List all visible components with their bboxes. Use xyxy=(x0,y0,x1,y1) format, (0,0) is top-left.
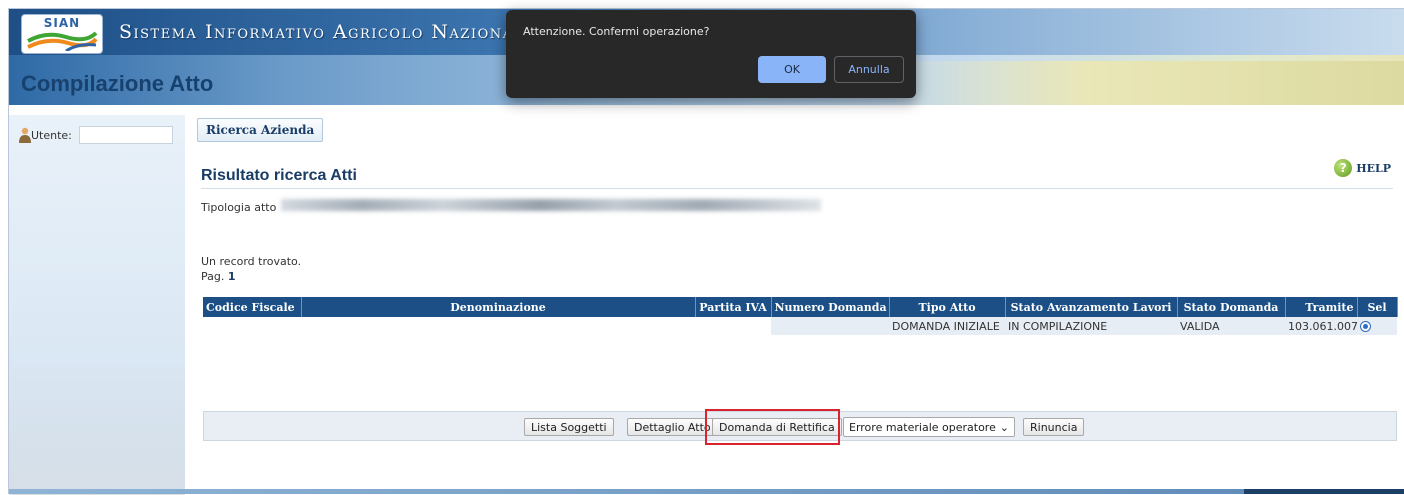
cell-tramite: 103.061.007 xyxy=(1285,317,1358,335)
cell-sel xyxy=(1357,317,1397,335)
cell-stato-domanda: VALIDA xyxy=(1177,317,1285,335)
errore-select-value: Errore materiale operatore xyxy=(849,420,996,434)
cell-numero-domanda xyxy=(771,317,889,335)
pagination: Pag. 1 xyxy=(201,270,236,283)
cell-denominazione xyxy=(301,317,695,335)
cell-stato-avanzamento: IN COMPILAZIONE xyxy=(1005,317,1177,335)
errore-select[interactable]: Errore materiale operatore ⌄ xyxy=(843,417,1015,437)
user-field xyxy=(79,126,173,144)
help-label: HELP xyxy=(1356,161,1391,175)
lista-soggetti-button[interactable]: Lista Soggetti xyxy=(524,418,614,436)
ok-button[interactable]: OK xyxy=(758,56,826,83)
cell-codice-fiscale xyxy=(203,317,301,335)
rettifica-highlight-box xyxy=(705,409,840,445)
help-icon: ? xyxy=(1334,159,1353,177)
sidebar-wheat-decoration xyxy=(9,365,185,495)
col-stato-domanda: Stato Domanda xyxy=(1177,297,1286,317)
record-count: Un record trovato. xyxy=(201,255,302,268)
sian-logo-text: SIAN xyxy=(43,16,81,30)
col-tipo-atto: Tipo Atto xyxy=(889,297,1006,317)
row-select-radio[interactable] xyxy=(1360,321,1371,332)
confirm-dialog: Attenzione. Confermi operazione? OK Annu… xyxy=(506,10,916,98)
chevron-down-icon: ⌄ xyxy=(999,420,1009,434)
bottom-bar-dark xyxy=(1244,489,1404,494)
user-label: Utente: xyxy=(31,129,72,142)
col-stato-avanzamento: Stato Avanzamento Lavori xyxy=(1005,297,1178,317)
results-table: Codice Fiscale Denominazione Partita IVA… xyxy=(203,297,1398,335)
section-divider xyxy=(201,188,1393,189)
page-title: Compilazione Atto xyxy=(21,71,214,96)
dialog-message: Attenzione. Confermi operazione? xyxy=(523,25,710,38)
ricerca-azienda-button[interactable]: Ricerca Azienda xyxy=(197,118,324,142)
col-codice-fiscale: Codice Fiscale xyxy=(203,297,302,317)
col-denominazione: Denominazione xyxy=(301,297,696,317)
help-link[interactable]: ? HELP xyxy=(1334,159,1391,177)
page-label: Pag. xyxy=(201,270,225,283)
cell-partita-iva xyxy=(695,317,771,335)
page-number[interactable]: 1 xyxy=(228,270,236,283)
table-row[interactable]: DOMANDA INIZIALE IN COMPILAZIONE VALIDA … xyxy=(203,317,1397,335)
col-partita-iva: Partita IVA xyxy=(695,297,772,317)
site-title: Sistema Informativo Agricolo Nazional xyxy=(119,21,524,43)
tipologia-label: Tipologia atto xyxy=(201,201,277,214)
col-numero-domanda: Numero Domanda xyxy=(771,297,890,317)
cell-tipo-atto: DOMANDA INIZIALE xyxy=(889,317,1005,335)
sian-logo-waves-icon xyxy=(27,31,98,51)
user-icon xyxy=(19,127,31,143)
sian-logo: SIAN xyxy=(21,14,103,54)
col-tramite: Tramite xyxy=(1285,297,1358,317)
section-title: Risultato ricerca Atti xyxy=(201,167,357,184)
tipologia-value-redacted xyxy=(281,199,821,211)
bottom-bar xyxy=(9,489,1404,494)
table-header-row: Codice Fiscale Denominazione Partita IVA… xyxy=(203,297,1398,317)
rinuncia-button[interactable]: Rinuncia xyxy=(1023,418,1085,436)
header-wheat-field xyxy=(885,61,1404,105)
main-content: Ricerca Azienda Risultato ricerca Atti ?… xyxy=(189,115,1404,495)
sidebar: Utente: xyxy=(9,115,185,495)
col-sel: Sel xyxy=(1357,297,1398,317)
annulla-button[interactable]: Annulla xyxy=(834,56,904,83)
